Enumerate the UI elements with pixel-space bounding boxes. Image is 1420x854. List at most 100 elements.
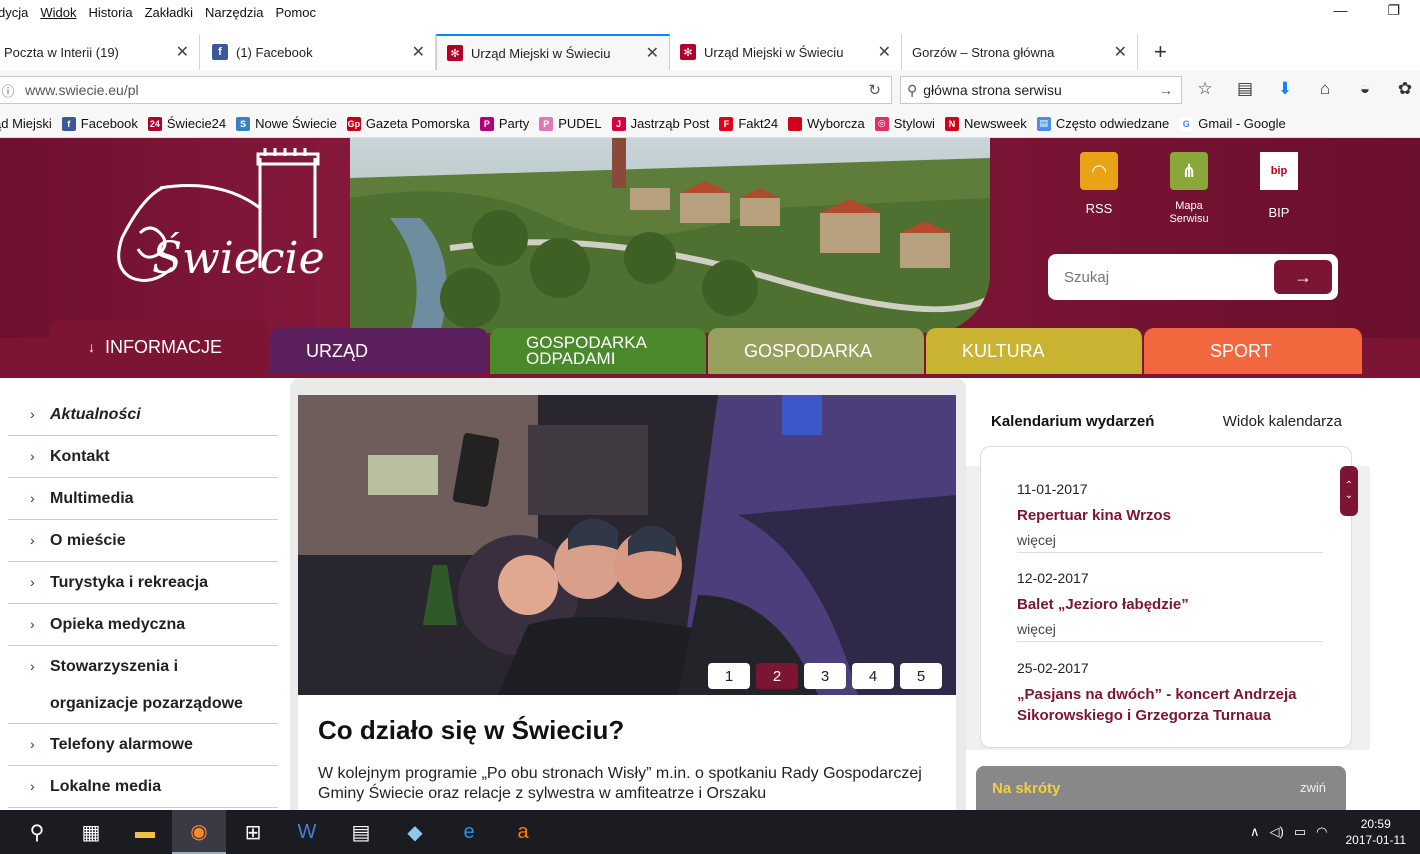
reading-list-icon[interactable]: ▤ bbox=[1234, 78, 1256, 100]
site-search-button[interactable]: → bbox=[1274, 260, 1332, 294]
sidebar-item[interactable]: › Opieka medyczna bbox=[8, 604, 278, 646]
sidebar-item[interactable]: › Multimedia bbox=[8, 478, 278, 520]
close-icon[interactable]: ✕ bbox=[176, 42, 189, 62]
url-text[interactable]: www.swiecie.eu/pl bbox=[25, 82, 139, 98]
sidebar-item[interactable]: › Kontakt bbox=[8, 436, 278, 478]
url-bar[interactable]: ⓘ www.swiecie.eu/pl ↻ bbox=[0, 76, 892, 104]
minimize-button[interactable]: — bbox=[1333, 2, 1347, 19]
bookmark-item[interactable]: G Gmail - Google bbox=[1179, 116, 1286, 131]
wifi-icon[interactable]: ◠ bbox=[1316, 824, 1327, 840]
search-icon[interactable]: ⚲ bbox=[10, 810, 64, 854]
shortcuts-toggle[interactable]: zwiń bbox=[1300, 780, 1326, 795]
bookmark-item[interactable]: Wyborcza bbox=[788, 116, 865, 131]
bookmark-label: Stylowi bbox=[893, 116, 935, 131]
calendar-app-icon[interactable]: ▦ bbox=[64, 810, 118, 854]
nav-tab-informacje[interactable]: ↓ INFORMACJE bbox=[50, 320, 268, 374]
bookmark-label: Facebook bbox=[80, 116, 138, 131]
tab-gorzow[interactable]: Gorzów – Strona główna ✕ bbox=[902, 34, 1138, 70]
avast-icon[interactable]: a bbox=[496, 810, 550, 854]
sitemap-link[interactable]: ⋔ Mapa Serwisu bbox=[1165, 152, 1213, 226]
network-icon[interactable]: ▭ bbox=[1294, 824, 1306, 840]
tab-facebook[interactable]: f (1) Facebook ✕ bbox=[200, 34, 436, 70]
slider-page-button[interactable]: 5 bbox=[900, 663, 942, 689]
close-icon[interactable]: ✕ bbox=[646, 43, 659, 63]
bookmark-item[interactable]: J Jastrząb Post bbox=[611, 116, 709, 131]
sidebar-item-label: Turystyka i rekreacja bbox=[50, 574, 209, 591]
store-icon[interactable]: ⊞ bbox=[226, 810, 280, 854]
image-slider[interactable]: 12345 bbox=[298, 395, 956, 695]
calculator-icon[interactable]: ▤ bbox=[334, 810, 388, 854]
slider-page-button[interactable]: 3 bbox=[804, 663, 846, 689]
close-icon[interactable]: ✕ bbox=[1114, 42, 1127, 62]
bookmark-item[interactable]: Gp Gazeta Pomorska bbox=[346, 116, 470, 131]
tab-swiecie-active[interactable]: ✻ Urząd Miejski w Świeciu ✕ bbox=[436, 34, 670, 70]
bookmark-item[interactable]: 24 Świecie24 bbox=[147, 116, 227, 131]
nav-tab-gospodarka[interactable]: GOSPODARKA bbox=[708, 328, 924, 374]
menu-history[interactable]: Historia bbox=[88, 5, 132, 20]
search-box[interactable]: ⚲ → bbox=[900, 76, 1182, 104]
calendar-scroll-button[interactable]: ⌃ ⌄ bbox=[1340, 466, 1358, 516]
bookmark-item[interactable]: ▤ Często odwiedzane bbox=[1036, 116, 1169, 131]
slider-page-button[interactable]: 4 bbox=[852, 663, 894, 689]
search-input[interactable] bbox=[923, 82, 1144, 98]
bookmark-item[interactable]: ◎ Stylowi bbox=[874, 116, 935, 131]
bookmark-item[interactable]: P PUDEL bbox=[539, 116, 602, 131]
menu-help[interactable]: Pomoc bbox=[276, 5, 316, 20]
sidebar-item-label: Stowarzyszenia i organizacje pozarządowe bbox=[50, 658, 243, 712]
extension-icon[interactable]: ✿ bbox=[1394, 78, 1416, 100]
firefox-icon[interactable]: ◉ bbox=[172, 810, 226, 854]
article-title[interactable]: Co działo się w Świeciu? bbox=[318, 715, 936, 746]
reload-icon[interactable]: ↻ bbox=[868, 81, 881, 99]
bookmark-item[interactable]: P Party bbox=[479, 116, 529, 131]
menu-view[interactable]: Widok bbox=[40, 5, 76, 20]
nav-tab-sport[interactable]: SPORT bbox=[1144, 328, 1362, 374]
nav-tab-urzad[interactable]: URZĄD bbox=[270, 328, 488, 374]
volume-icon[interactable]: ◁) bbox=[1270, 824, 1284, 840]
tab-interia[interactable]: Poczta w Interii (19) ✕ bbox=[0, 34, 200, 70]
bookmark-icon: ◎ bbox=[874, 116, 889, 131]
sidebar-item[interactable]: › Telefony alarmowe bbox=[8, 724, 278, 766]
site-search-input[interactable] bbox=[1064, 268, 1264, 286]
bip-link[interactable]: bip BIP bbox=[1255, 152, 1303, 226]
menu-edit[interactable]: dycja bbox=[0, 5, 28, 20]
folder-icon[interactable]: ▬ bbox=[118, 810, 172, 854]
close-icon[interactable]: ✕ bbox=[412, 42, 425, 62]
clock[interactable]: 20:59 2017-01-11 bbox=[1346, 816, 1407, 848]
calendar-view-link[interactable]: Widok kalendarza bbox=[1223, 413, 1342, 430]
slider-page-button[interactable]: 1 bbox=[708, 663, 750, 689]
new-tab-button[interactable]: + bbox=[1154, 34, 1167, 70]
bookmark-item[interactable]: f Facebook bbox=[61, 116, 138, 131]
tab-swiecie[interactable]: ✻ Urząd Miejski w Świeciu ✕ bbox=[670, 34, 902, 70]
pocket-icon[interactable]: ◒ bbox=[1354, 78, 1376, 100]
menu-bookmarks[interactable]: Zakładki bbox=[145, 5, 193, 20]
star-icon[interactable]: ☆ bbox=[1194, 78, 1216, 100]
bookmark-item[interactable]: S Nowe Świecie bbox=[236, 116, 337, 131]
sidebar-item[interactable]: › O mieście bbox=[8, 520, 278, 562]
taskbar: ⚲ ▦ ▬ ◉ ⊞ W ▤ ◆ e a ∧ ◁) ▭ ◠ 20:59 2017-… bbox=[0, 810, 1420, 854]
chevron-right-icon: › bbox=[30, 490, 35, 506]
bookmark-label: Świecie24 bbox=[166, 116, 227, 131]
menu-tools[interactable]: Narzędzia bbox=[205, 5, 264, 20]
rss-link[interactable]: ◠ RSS bbox=[1075, 152, 1123, 226]
sidebar-item[interactable]: › Aktualności bbox=[8, 394, 278, 436]
close-icon[interactable]: ✕ bbox=[878, 42, 891, 62]
sidebar-item[interactable]: › Lokalne media bbox=[8, 766, 278, 808]
edge-icon[interactable]: e bbox=[442, 810, 496, 854]
bookmark-item[interactable]: ąd Miejski bbox=[0, 116, 52, 131]
bookmark-item[interactable]: F Fakt24 bbox=[719, 116, 778, 131]
search-go-icon[interactable]: → bbox=[1159, 82, 1173, 98]
home-icon[interactable]: ⌂ bbox=[1314, 78, 1336, 100]
restore-button[interactable]: ❐ bbox=[1387, 2, 1400, 19]
chevron-up-icon[interactable]: ∧ bbox=[1250, 824, 1260, 840]
sidebar-item[interactable]: › Stowarzyszenia i organizacje pozarządow… bbox=[8, 646, 278, 724]
nav-tab-kultura[interactable]: KULTURA bbox=[926, 328, 1142, 374]
bookmark-item[interactable]: N Newsweek bbox=[944, 116, 1027, 131]
info-icon[interactable]: ⓘ bbox=[0, 81, 19, 100]
download-icon[interactable]: ⬇ bbox=[1274, 78, 1296, 100]
sidebar-item[interactable]: › Turystyka i rekreacja bbox=[8, 562, 278, 604]
word-icon[interactable]: W bbox=[280, 810, 334, 854]
slider-page-button[interactable]: 2 bbox=[756, 663, 798, 689]
notes-icon[interactable]: ◆ bbox=[388, 810, 442, 854]
nav-tab-gospodarka-odpadami[interactable]: GOSPODARKA ODPADAMI bbox=[490, 328, 706, 374]
swiecie-logo[interactable] bbox=[100, 138, 340, 318]
